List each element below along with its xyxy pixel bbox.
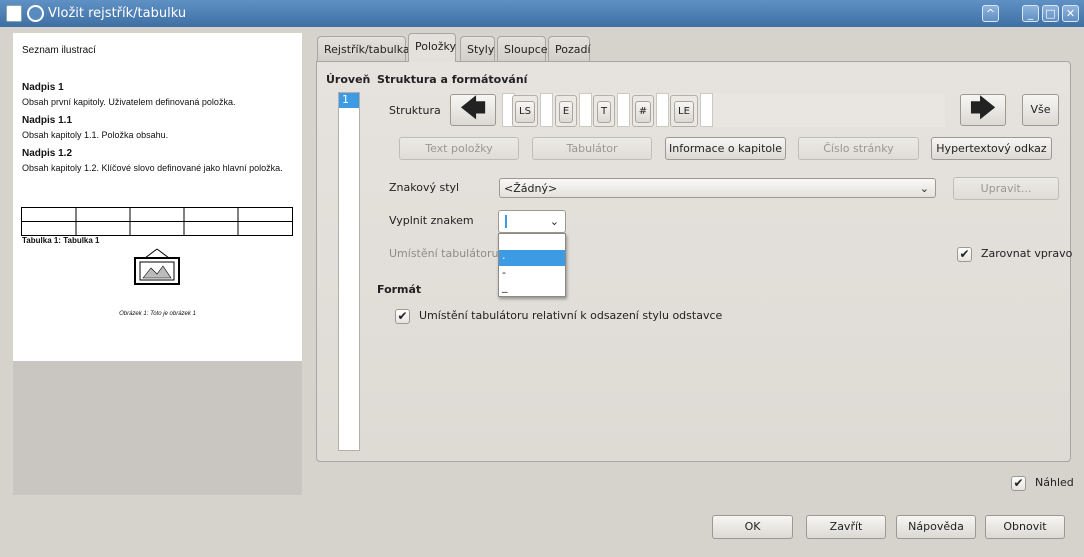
tab-columns[interactable]: Sloupce: [497, 36, 548, 61]
ok-button[interactable]: OK: [712, 515, 793, 539]
preview-heading: Nadpis 1.2: [22, 148, 73, 159]
structure-label: Struktura: [389, 104, 441, 117]
help-button[interactable]: Nápověda: [896, 515, 976, 539]
token-label: #: [634, 101, 652, 123]
level-list[interactable]: 1: [338, 92, 360, 451]
arrow-left-icon[interactable]: 🡄: [450, 94, 496, 126]
text-cursor: [505, 215, 507, 228]
tab-background[interactable]: Pozadí: [548, 36, 591, 61]
preview-table: [21, 207, 293, 236]
edit-style-button[interactable]: Upravit...: [953, 177, 1059, 200]
level-item[interactable]: 1: [339, 93, 359, 108]
token-label: LE: [674, 101, 694, 123]
app-menu-icon[interactable]: [27, 5, 44, 22]
preview-heading: Nadpis 1: [22, 82, 64, 93]
all-button[interactable]: Vše: [1022, 94, 1059, 126]
token-t[interactable]: T: [593, 95, 615, 127]
relative-tab-checkbox[interactable]: ✔: [395, 309, 410, 324]
keep-above-icon[interactable]: ^: [982, 5, 999, 22]
format-label: Formát: [377, 283, 422, 296]
fill-char-combo[interactable]: ⌄: [498, 210, 566, 233]
reset-button[interactable]: Obnovit: [985, 515, 1065, 539]
dropdown-option[interactable]: _: [499, 281, 565, 298]
token-label: LS: [515, 101, 535, 123]
fill-char-dropdown[interactable]: . - _: [498, 233, 566, 297]
tab-entries[interactable]: Položky: [408, 33, 456, 62]
level-label: Úroveň: [326, 73, 371, 86]
window-title: Vložit rejstřík/tabulku: [48, 6, 187, 21]
tab-index[interactable]: Rejstřík/tabulka: [317, 36, 410, 61]
entry-text-button[interactable]: Text položky: [399, 137, 519, 160]
chevron-down-icon: ⌄: [919, 182, 929, 195]
tab-stop-button[interactable]: Tabulátor: [532, 137, 652, 160]
relative-tab-label: Umístění tabulátoru relativní k odsazení…: [419, 309, 723, 322]
close-icon[interactable]: ✕: [1062, 5, 1079, 22]
token-gap[interactable]: [700, 93, 713, 127]
page-number-button[interactable]: Číslo stránky: [798, 137, 919, 160]
align-right-checkbox[interactable]: ✔: [957, 247, 972, 262]
minimize-icon[interactable]: _: [1022, 5, 1039, 22]
hyperlink-button[interactable]: Hypertextový odkaz: [931, 137, 1052, 160]
char-style-value: <Žádný>: [504, 182, 558, 195]
picture-frame-icon: [134, 248, 180, 285]
maximize-icon[interactable]: □: [1042, 5, 1059, 22]
preview-text: Obsah první kapitoly. Uživatelem definov…: [22, 97, 236, 107]
token-label: T: [596, 101, 612, 123]
tab-position-label: Umístění tabulátoru: [389, 247, 499, 260]
chapter-info-button[interactable]: Informace o kapitole: [665, 137, 786, 160]
preview-label: Náhled: [1035, 476, 1074, 489]
char-style-label: Znakový styl: [389, 181, 460, 194]
char-style-select[interactable]: <Žádný> ⌄: [499, 178, 936, 198]
table-caption: Tabulka 1: Tabulka 1: [22, 236, 100, 245]
close-button[interactable]: Zavřít: [806, 515, 886, 539]
dropdown-option-selected[interactable]: .: [499, 250, 565, 266]
document-icon: [6, 5, 22, 22]
dropdown-option[interactable]: -: [499, 266, 565, 282]
arrow-right-icon[interactable]: 🡆: [960, 94, 1006, 126]
section-structure-label: Struktura a formátování: [377, 73, 528, 86]
dropdown-option[interactable]: [499, 234, 565, 250]
preview-page: Seznam ilustrací Nadpis 1 Obsah první ka…: [13, 33, 302, 361]
token-gap[interactable]: [656, 93, 669, 127]
token-gap[interactable]: [540, 93, 553, 127]
fill-char-label: Vyplnit znakem: [389, 214, 474, 227]
chevron-down-icon: ⌄: [549, 215, 559, 228]
preview-area: Seznam ilustrací Nadpis 1 Obsah první ka…: [13, 33, 302, 495]
token-hash[interactable]: #: [632, 95, 654, 127]
preview-title: Seznam ilustrací: [22, 45, 96, 56]
token-le[interactable]: LE: [670, 95, 698, 127]
image-caption: Obrázek 1: Toto je obrázek 1: [119, 311, 196, 317]
preview-text: Obsah kapitoly 1.1. Položka obsahu.: [22, 130, 169, 140]
title-bar: Vložit rejstřík/tabulku ^ _ □ ✕: [0, 0, 1084, 27]
tab-styles[interactable]: Styly: [460, 36, 495, 61]
preview-checkbox[interactable]: ✔: [1011, 476, 1026, 491]
token-gap[interactable]: [579, 93, 592, 127]
preview-text: Obsah kapitoly 1.2. Klíčové slovo defino…: [22, 163, 283, 173]
align-right-label: Zarovnat vpravo: [981, 247, 1073, 260]
token-label: E: [558, 101, 574, 123]
token-ls[interactable]: LS: [512, 95, 538, 127]
token-gap[interactable]: [617, 93, 630, 127]
preview-heading: Nadpis 1.1: [22, 115, 73, 126]
token-e[interactable]: E: [555, 95, 577, 127]
